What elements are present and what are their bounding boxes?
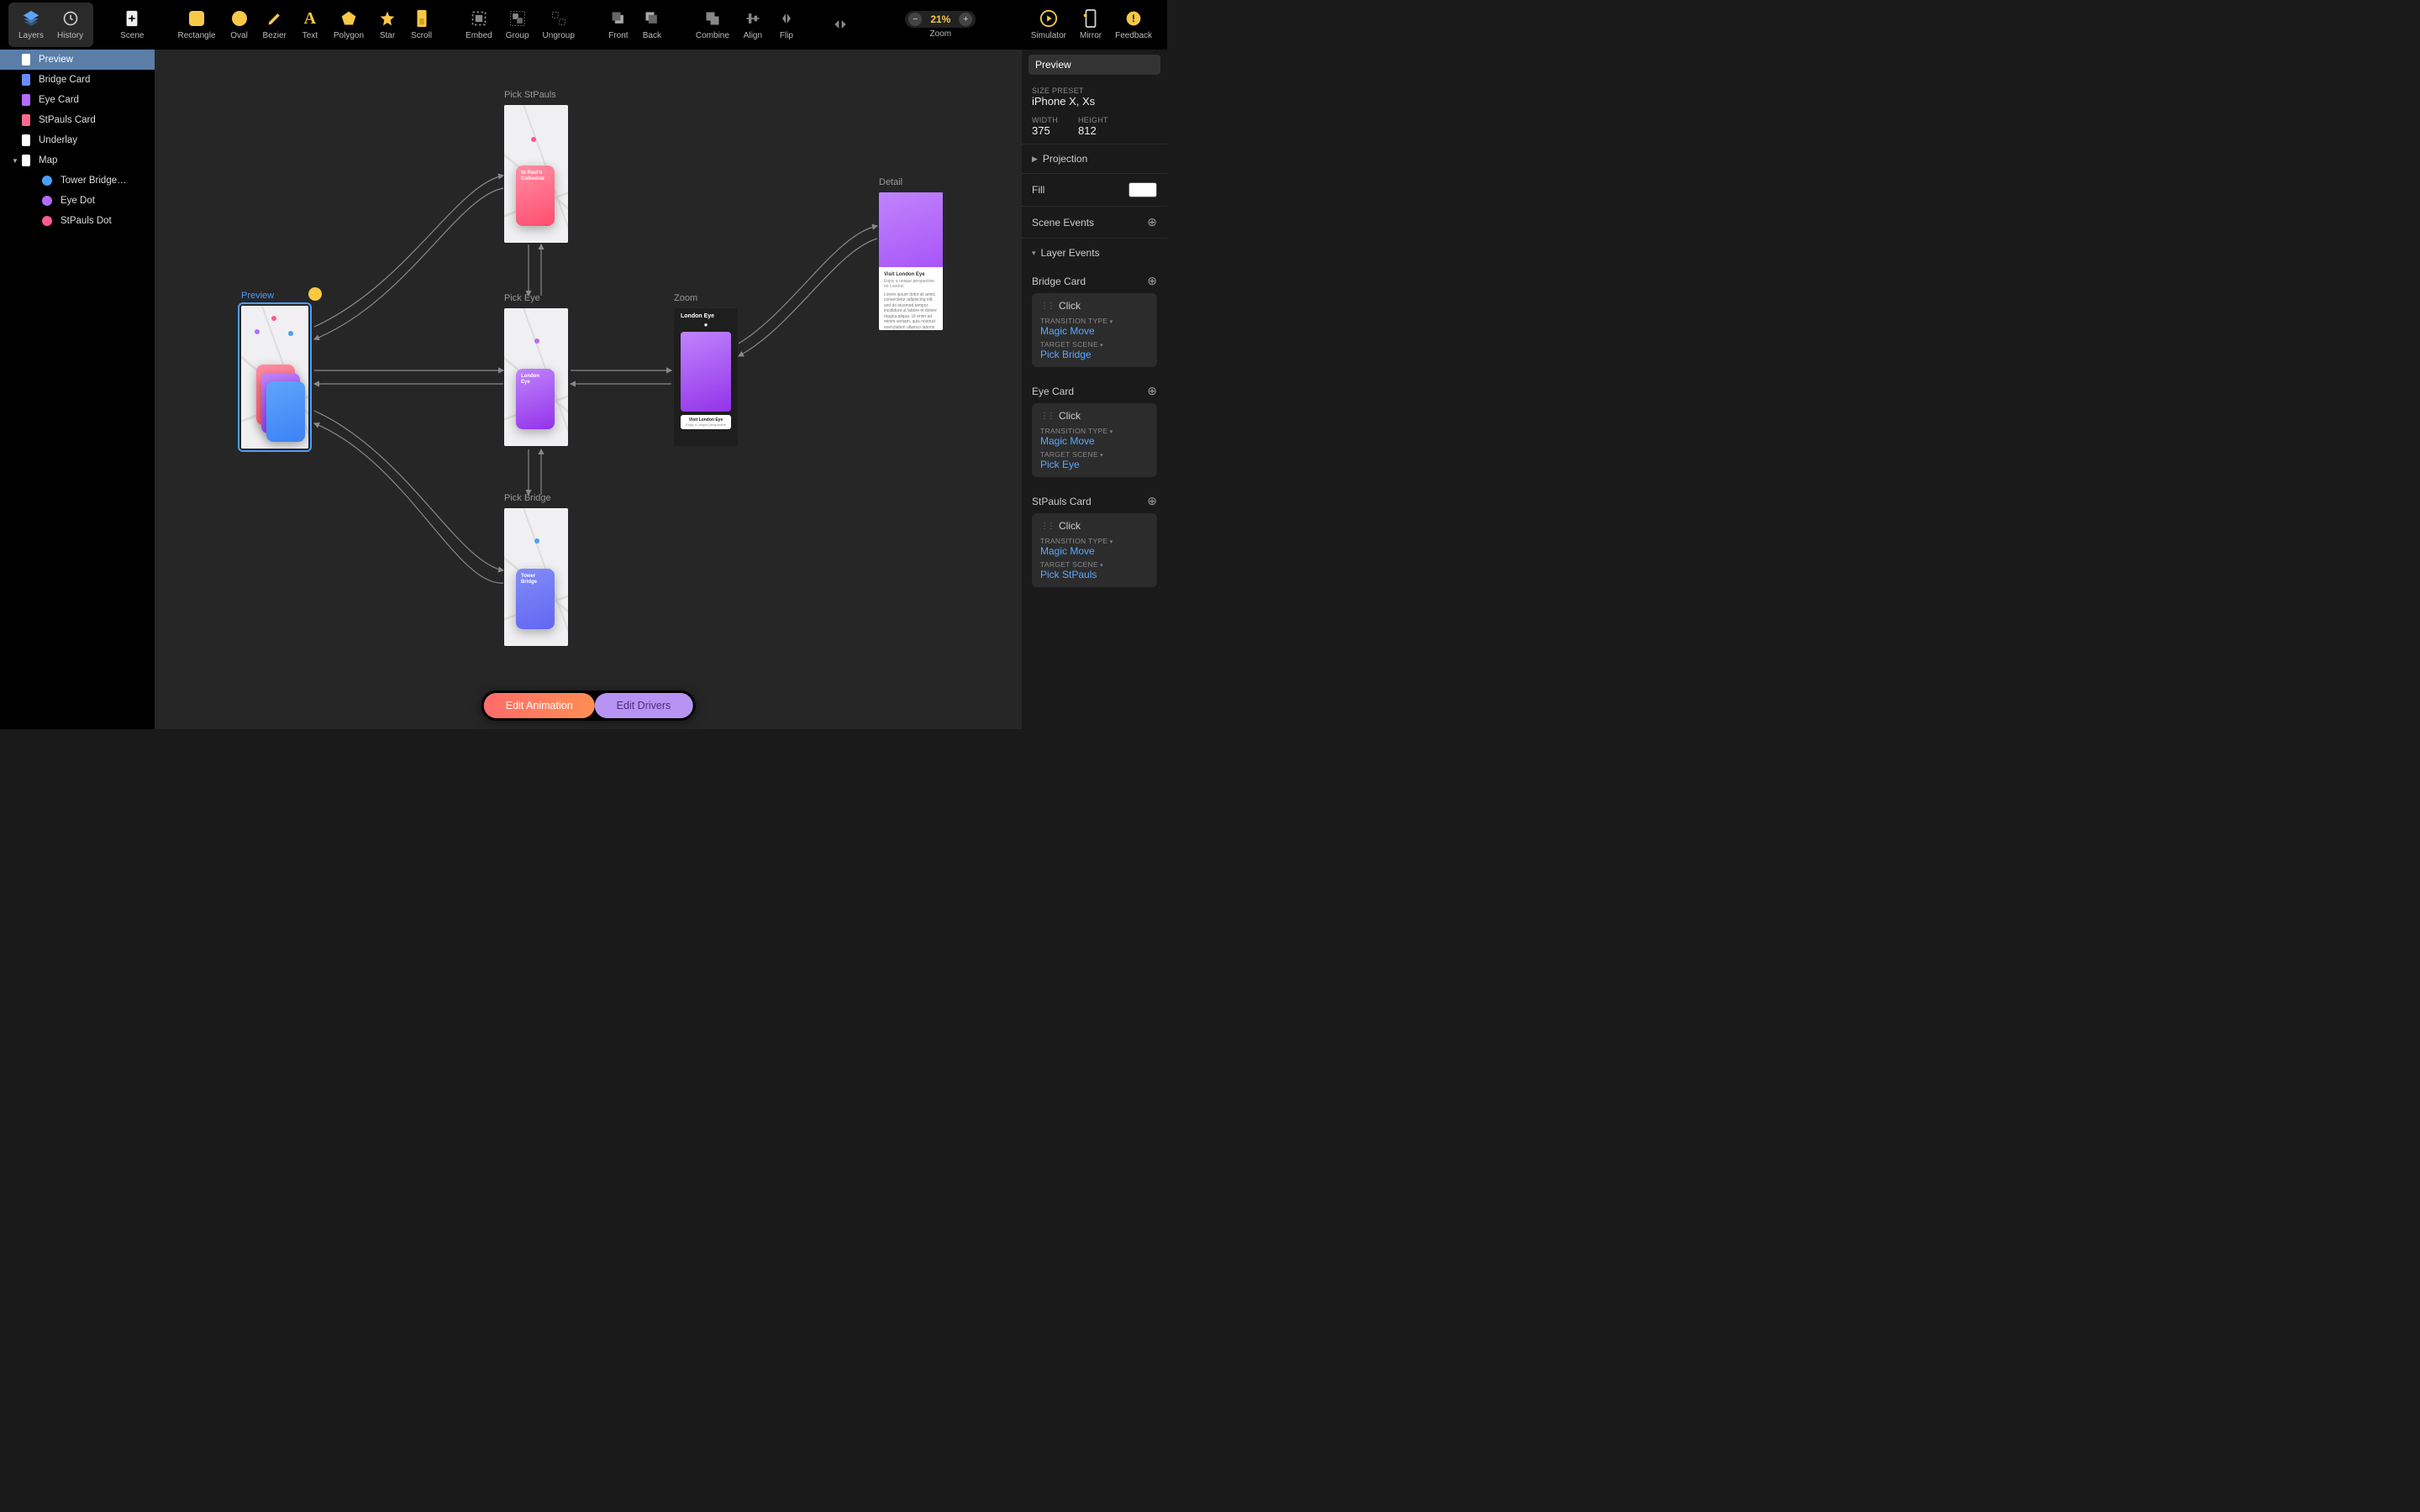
zoom-control: − 21% + Zoom [898, 8, 982, 42]
add-event-button[interactable]: ⊕ [1147, 494, 1157, 508]
chevron-down-icon: ▾ [1032, 249, 1036, 258]
layer-item[interactable]: Preview [0, 50, 155, 70]
drag-handle-icon[interactable]: ⋮⋮ [1040, 412, 1054, 421]
arrange-tools: Combine Align Flip [689, 6, 803, 44]
artboard-detail[interactable]: Detail Visit London Eye Enjoy a unique p… [879, 192, 943, 330]
scene-button[interactable]: Scene [113, 6, 150, 44]
map-dot [271, 316, 276, 321]
flip-button[interactable]: Flip [770, 6, 803, 44]
eye-dot-icon [534, 339, 539, 344]
embed-button[interactable]: Embed [459, 6, 499, 44]
drag-handle-icon[interactable]: ⋮⋮ [1040, 302, 1054, 311]
fill-swatch[interactable] [1128, 182, 1157, 197]
left-tab-group: Layers History [8, 3, 93, 47]
layers-icon [22, 9, 40, 28]
drag-handle-icon[interactable]: ⋮⋮ [1040, 522, 1054, 531]
layer-item-child[interactable]: Tower Bridge… [0, 171, 155, 191]
transition-type-select[interactable]: Magic Move [1040, 325, 1149, 337]
bottom-mode-switch: Edit Animation Edit Drivers [481, 690, 696, 721]
rectangle-tool[interactable]: Rectangle [171, 6, 223, 44]
scene-events-section[interactable]: Scene Events⊕ [1022, 207, 1167, 239]
add-event-button[interactable]: ⊕ [1147, 274, 1157, 288]
order-tools: Front Back [602, 6, 669, 44]
svg-text:!: ! [1132, 13, 1135, 24]
polygon-tool[interactable]: Polygon [327, 6, 371, 44]
star-tool[interactable]: Star [371, 6, 404, 44]
clock-icon [61, 9, 80, 28]
zoom-out-button[interactable]: − [908, 13, 922, 26]
event-trigger[interactable]: Click [1059, 520, 1081, 532]
event-card[interactable]: ⋮⋮ClickTRANSITION TYPEMagic MoveTARGET S… [1032, 293, 1157, 367]
add-scene-event-button[interactable]: ⊕ [1147, 215, 1157, 229]
simulator-button[interactable]: Simulator [1024, 6, 1073, 44]
layer-item[interactable]: Underlay [0, 130, 155, 150]
event-group-title: Eye Card [1032, 386, 1074, 397]
front-button[interactable]: Front [602, 6, 635, 44]
projection-section[interactable]: ▶Projection [1022, 144, 1167, 174]
edit-drivers-button[interactable]: Edit Drivers [595, 693, 693, 718]
mirror-button[interactable]: Mirror [1073, 6, 1108, 44]
artboard-pick-bridge[interactable]: Pick Bridge Tower Bridge [504, 508, 568, 646]
combine-button[interactable]: Combine [689, 6, 736, 44]
artboard-preview[interactable]: Preview ⚡ [241, 306, 308, 449]
inspector-panel: Preview SIZE PRESET iPhone X, Xs WIDTH37… [1022, 50, 1167, 729]
history-tab[interactable]: History [50, 6, 90, 44]
zoom-value: 21% [927, 13, 954, 25]
layer-item[interactable]: Eye Card [0, 90, 155, 110]
fill-section[interactable]: Fill [1022, 174, 1167, 207]
target-scene-select[interactable]: Pick StPauls [1040, 569, 1149, 580]
height-field[interactable]: 812 [1078, 124, 1108, 137]
map-dot [255, 329, 260, 334]
width-field[interactable]: 375 [1032, 124, 1058, 137]
artboard-pick-stpauls[interactable]: Pick StPauls St Paul's Cathedral [504, 105, 568, 243]
feedback-button[interactable]: !Feedback [1108, 6, 1159, 44]
event-card[interactable]: ⋮⋮ClickTRANSITION TYPEMagic MoveTARGET S… [1032, 403, 1157, 477]
oval-tool[interactable]: Oval [223, 6, 256, 44]
map-dot [288, 331, 293, 336]
stpauls-dot-icon [531, 137, 536, 142]
collapse-button[interactable] [823, 12, 857, 39]
transition-type-select[interactable]: Magic Move [1040, 545, 1149, 557]
artboard-pick-eye[interactable]: Pick Eye London Eye [504, 308, 568, 446]
event-group-title: StPauls Card [1032, 496, 1092, 507]
event-trigger[interactable]: Click [1059, 300, 1081, 312]
layers-panel: PreviewBridge CardEye CardStPauls CardUn… [0, 50, 155, 729]
artboard-label: Preview [241, 291, 274, 301]
canvas[interactable]: Preview ⚡ Pick StPauls St Paul's Cathedr… [155, 50, 1022, 729]
back-button[interactable]: Back [635, 6, 669, 44]
add-event-button[interactable]: ⊕ [1147, 384, 1157, 398]
shape-tools: Rectangle Oval Bezier AText Polygon Star… [171, 6, 439, 44]
inspector-title[interactable]: Preview [1028, 55, 1160, 75]
zoom-in-button[interactable]: + [959, 13, 972, 26]
bezier-tool[interactable]: Bezier [256, 6, 293, 44]
transition-type-select[interactable]: Magic Move [1040, 435, 1149, 447]
artboard-zoom[interactable]: Zoom London Eye ● Visit London Eye Enjoy… [674, 308, 738, 446]
bolt-icon: ⚡ [308, 287, 322, 301]
text-tool[interactable]: AText [293, 6, 327, 44]
event-trigger[interactable]: Click [1059, 410, 1081, 422]
plus-page-icon [123, 9, 141, 28]
layers-tab[interactable]: Layers [12, 6, 50, 44]
target-scene-select[interactable]: Pick Eye [1040, 459, 1149, 470]
layer-item[interactable]: ▼Map [0, 150, 155, 171]
edit-animation-button[interactable]: Edit Animation [484, 693, 595, 718]
layer-item[interactable]: Bridge Card [0, 70, 155, 90]
group-tools: Embed Group Ungroup [459, 6, 581, 44]
event-group-title: Bridge Card [1032, 276, 1086, 287]
align-button[interactable]: Align [736, 6, 770, 44]
pen-icon [266, 9, 284, 28]
ungroup-button[interactable]: Ungroup [536, 6, 581, 44]
layer-item-child[interactable]: StPauls Dot [0, 211, 155, 231]
bridge-dot-icon [534, 538, 539, 543]
group-button[interactable]: Group [499, 6, 536, 44]
scroll-tool[interactable]: Scroll [404, 6, 439, 44]
chevron-right-icon: ▶ [1032, 155, 1038, 164]
event-card[interactable]: ⋮⋮ClickTRANSITION TYPEMagic MoveTARGET S… [1032, 513, 1157, 587]
target-scene-select[interactable]: Pick Bridge [1040, 349, 1149, 360]
layer-item[interactable]: StPauls Card [0, 110, 155, 130]
layer-item-child[interactable]: Eye Dot [0, 191, 155, 211]
size-preset-select[interactable]: iPhone X, Xs [1032, 95, 1157, 108]
layer-events-section[interactable]: ▾Layer Events [1022, 239, 1167, 267]
